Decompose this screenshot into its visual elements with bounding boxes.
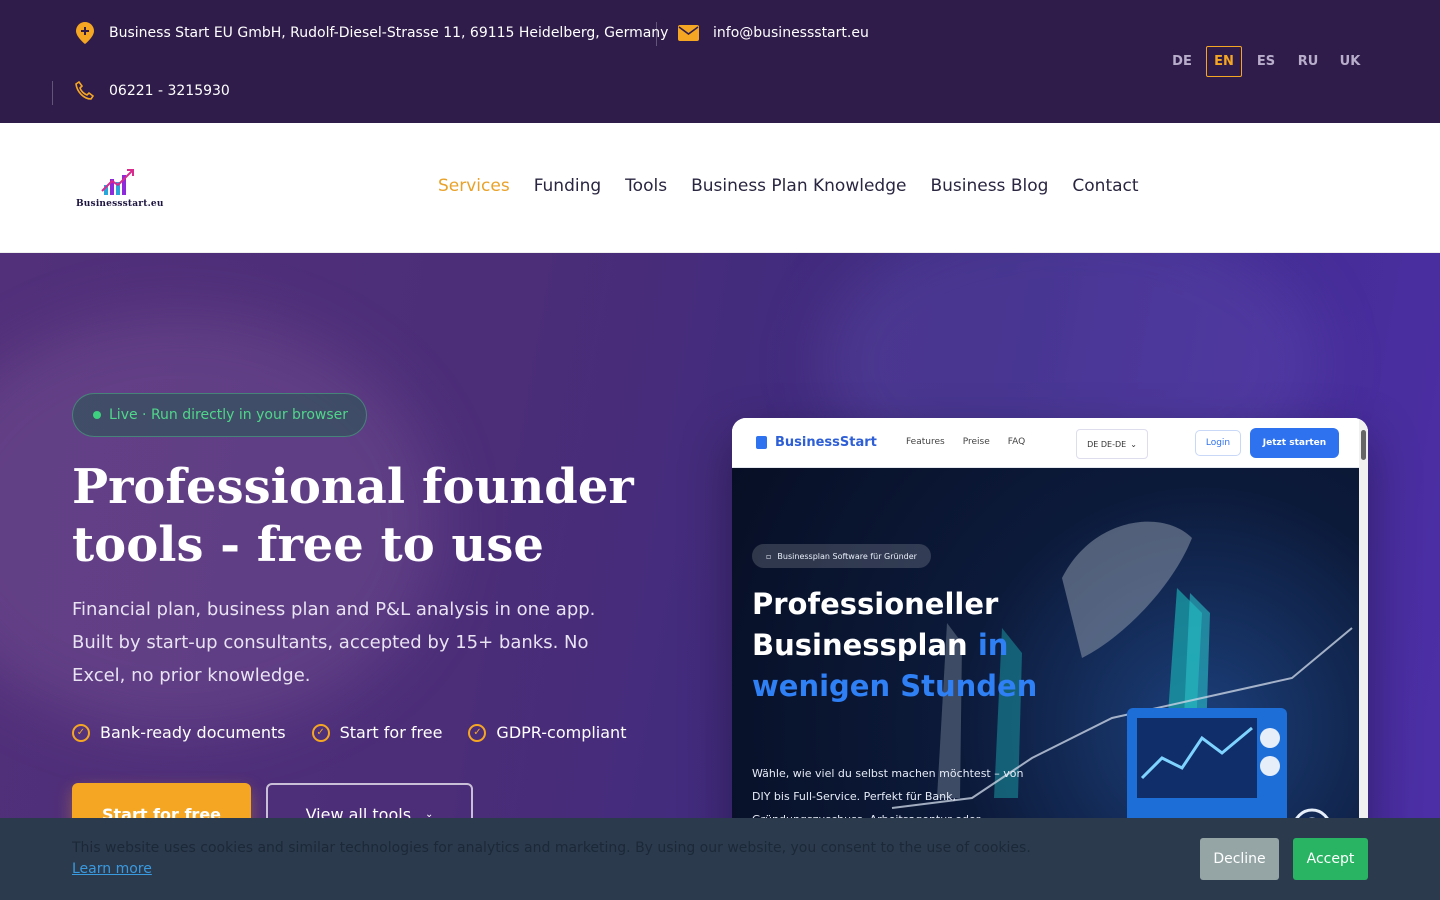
preview-badge-text: Businessplan Software für Gründer	[777, 551, 917, 561]
nav-tools[interactable]: Tools	[625, 176, 667, 196]
divider	[52, 81, 53, 105]
cookie-text: This website uses cookies and similar te…	[72, 840, 1031, 856]
preview-headline-white: Professioneller Businessplan	[752, 587, 999, 662]
nav-business-plan-knowledge[interactable]: Business Plan Knowledge	[691, 176, 906, 196]
cookie-learn-more-link[interactable]: Learn more	[72, 861, 152, 877]
phone-icon	[74, 80, 96, 102]
lang-uk[interactable]: UK	[1332, 46, 1368, 77]
preview-link: Preise	[962, 437, 990, 447]
check-circle-icon: ✓	[311, 723, 330, 742]
site-logo[interactable]: Businessstart.eu	[76, 167, 172, 211]
live-badge: Live · Run directly in your browser	[72, 393, 368, 437]
preview-brand: BusinessStart	[756, 435, 877, 450]
preview-link: Features	[906, 437, 945, 447]
location-pin-icon	[74, 22, 96, 44]
cookie-banner: This website uses cookies and similar te…	[0, 818, 1440, 900]
preview-links: Features Preise FAQ	[906, 437, 1025, 447]
preview-language-select: DE DE-DE ⌄	[1076, 429, 1148, 459]
preview-brand-text: BusinessStart	[775, 435, 877, 450]
main-nav: Services Funding Tools Business Plan Kno…	[438, 176, 1139, 196]
email-link[interactable]: info@businessstart.eu	[713, 25, 869, 41]
preview-badge: ▫ Businessplan Software für Gründer	[752, 544, 931, 568]
phone-link[interactable]: 06221 - 3215930	[109, 83, 230, 99]
preview-cta-button: Jetzt starten	[1250, 428, 1339, 458]
preview-login-button: Login	[1195, 430, 1241, 456]
divider	[656, 22, 657, 46]
preview-link: FAQ	[1007, 437, 1026, 447]
check-item: ✓ Start for free	[311, 723, 443, 742]
check-label: Start for free	[339, 723, 443, 742]
phone-item[interactable]: 06221 - 3215930	[74, 80, 230, 102]
address-text: Business Start EU GmbH, Rudolf-Diesel-St…	[109, 25, 669, 41]
lang-es[interactable]: ES	[1248, 46, 1284, 77]
hero-subtitle: Financial plan, business plan and P&L an…	[72, 599, 596, 686]
preview-scrollbar-thumb	[1361, 430, 1366, 460]
site-header: Businessstart.eu Services Funding Tools …	[0, 123, 1440, 253]
cookie-decline-button[interactable]: Decline	[1200, 838, 1279, 880]
top-bar: Business Start EU GmbH, Rudolf-Diesel-St…	[0, 0, 1440, 123]
check-label: Bank-ready documents	[100, 723, 286, 742]
nav-services[interactable]: Services	[438, 176, 510, 196]
nav-contact[interactable]: Contact	[1072, 176, 1138, 196]
nav-business-blog[interactable]: Business Blog	[930, 176, 1048, 196]
language-switcher: DE EN ES RU UK	[1164, 46, 1368, 77]
check-item: ✓ GDPR-compliant	[468, 723, 626, 742]
lang-ru[interactable]: RU	[1290, 46, 1326, 77]
hero-title: Professional founder tools - free to use	[72, 459, 634, 573]
nav-funding[interactable]: Funding	[534, 176, 601, 196]
lang-de[interactable]: DE	[1164, 46, 1200, 77]
logo-chart-icon	[101, 169, 134, 195]
email-item[interactable]: info@businessstart.eu	[677, 22, 869, 44]
check-item: ✓ Bank-ready documents	[72, 723, 286, 742]
preview-lang-text: DE DE-DE	[1087, 439, 1127, 449]
check-circle-icon: ✓	[468, 723, 487, 742]
cookie-accept-button[interactable]: Accept	[1293, 838, 1368, 880]
hero-section: Live · Run directly in your browser Prof…	[0, 253, 1440, 900]
logo-text: Businessstart.eu	[76, 199, 164, 209]
preview-navbar: BusinessStart Features Preise FAQ DE DE-…	[732, 418, 1368, 468]
lang-en[interactable]: EN	[1206, 46, 1242, 77]
check-circle-icon: ✓	[72, 723, 90, 742]
preview-logo-icon	[756, 436, 767, 449]
live-badge-text: Live · Run directly in your browser	[109, 407, 349, 423]
chevron-down-icon: ⌄	[1130, 439, 1137, 449]
feature-checks: ✓ Bank-ready documents ✓ Start for free …	[72, 723, 626, 742]
live-dot-icon	[93, 411, 101, 419]
document-icon: ▫	[766, 551, 772, 561]
address-item: Business Start EU GmbH, Rudolf-Diesel-St…	[74, 22, 668, 44]
mail-icon	[677, 22, 699, 44]
preview-headline: Professioneller Businessplan in wenigen …	[752, 584, 1052, 707]
check-label: GDPR-compliant	[496, 723, 627, 742]
